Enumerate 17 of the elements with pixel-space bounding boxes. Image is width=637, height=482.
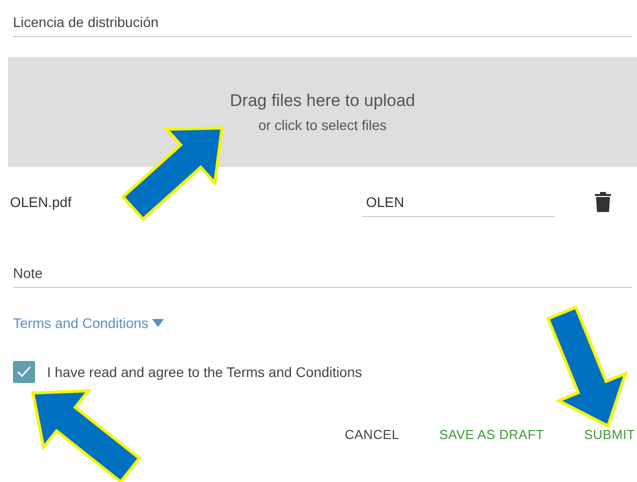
dropzone-subtitle: or click to select files — [258, 117, 387, 133]
caret-icon — [152, 319, 164, 327]
agree-checkbox[interactable] — [13, 361, 35, 383]
dropzone-title: Drag files here to upload — [230, 91, 416, 111]
agree-label: I have read and agree to the Terms and Conditions — [47, 364, 362, 380]
terms-link[interactable]: Terms and Conditions — [13, 315, 164, 331]
trash-icon — [595, 192, 611, 212]
cancel-button[interactable]: CANCEL — [344, 423, 400, 446]
check-icon — [17, 366, 31, 378]
file-name: OLEN.pdf — [10, 194, 72, 210]
delete-button[interactable] — [595, 192, 611, 212]
file-label-field[interactable]: OLEN — [362, 188, 555, 216]
action-button[interactable]: SUBMIT — [584, 423, 635, 446]
license-field[interactable]: Licencia de distribución — [13, 8, 632, 37]
note-field[interactable]: Note — [13, 259, 632, 288]
action-button[interactable]: SAVE AS DRAFT — [439, 423, 544, 446]
upload-dropzone[interactable]: Drag files here to upload or click to select files — [8, 57, 637, 167]
